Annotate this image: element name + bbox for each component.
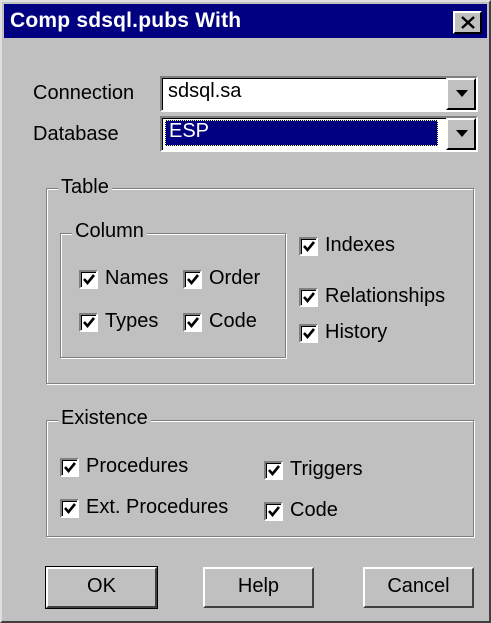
column-group — [60, 233, 286, 358]
checkmark-icon — [187, 317, 200, 329]
procedures-checkbox[interactable]: Procedures — [60, 455, 240, 480]
indexes-label: Indexes — [325, 234, 396, 256]
triggers-checkbox[interactable]: Triggers — [264, 458, 374, 483]
indexes-checkbox[interactable]: Indexes — [299, 234, 429, 259]
checkmark-icon — [187, 274, 200, 286]
ok-button[interactable]: OK — [45, 566, 158, 609]
names-label: Names — [105, 267, 169, 289]
order-checkbox[interactable]: Order — [183, 267, 278, 292]
checkmark-icon — [268, 465, 281, 477]
checkmark-icon — [268, 506, 281, 518]
history-checkbox[interactable]: History — [299, 321, 429, 346]
title-bar[interactable]: Comp sdsql.pubs With — [4, 4, 487, 38]
database-label: Database — [33, 123, 119, 145]
history-label: History — [325, 321, 388, 343]
close-button[interactable] — [453, 11, 482, 34]
types-checkbox[interactable]: Types — [79, 310, 189, 335]
close-icon — [461, 16, 475, 29]
checkmark-icon — [83, 317, 96, 329]
checkmark-icon — [83, 274, 96, 286]
existence-code-checkbox[interactable]: Code — [264, 499, 374, 524]
relationships-checkbox[interactable]: Relationships — [299, 285, 469, 310]
ext-procedures-checkbox[interactable]: Ext. Procedures — [60, 496, 250, 521]
connection-value: sdsql.sa — [168, 80, 242, 102]
window-title: Comp sdsql.pubs With — [10, 9, 242, 32]
checkmark-icon — [64, 462, 77, 474]
existence-code-label: Code — [290, 499, 338, 521]
database-combobox[interactable]: ESP — [160, 116, 478, 152]
types-label: Types — [105, 310, 159, 332]
checkmark-icon — [303, 241, 316, 253]
column-code-checkbox[interactable]: Code — [183, 310, 278, 335]
help-button-label: Help — [237, 575, 280, 597]
checkmark-icon — [303, 328, 316, 340]
relationships-label: Relationships — [325, 285, 446, 307]
connection-combobox[interactable]: sdsql.sa — [160, 76, 478, 112]
names-checkbox[interactable]: Names — [79, 267, 189, 292]
connection-label: Connection — [33, 82, 135, 104]
ok-button-label: OK — [87, 575, 116, 597]
connection-dropdown-button[interactable] — [446, 78, 476, 110]
column-group-title: Column — [72, 220, 147, 243]
cancel-button-label: Cancel — [387, 575, 450, 597]
checkmark-icon — [303, 292, 316, 304]
triggers-label: Triggers — [290, 458, 363, 480]
database-dropdown-button[interactable] — [446, 118, 476, 150]
cancel-button[interactable]: Cancel — [363, 567, 474, 608]
column-code-label: Code — [209, 310, 257, 332]
ext-procedures-label: Ext. Procedures — [86, 496, 229, 518]
chevron-down-icon — [456, 90, 468, 97]
order-label: Order — [209, 267, 261, 289]
checkmark-icon — [64, 503, 77, 515]
existence-group-title: Existence — [58, 407, 151, 430]
dialog-window: Comp sdsql.pubs With Connection sdsql.sa… — [0, 0, 491, 623]
database-value: ESP — [165, 120, 438, 146]
help-button[interactable]: Help — [203, 567, 314, 608]
table-group-title: Table — [58, 176, 112, 199]
chevron-down-icon — [456, 130, 468, 137]
procedures-label: Procedures — [86, 455, 189, 477]
